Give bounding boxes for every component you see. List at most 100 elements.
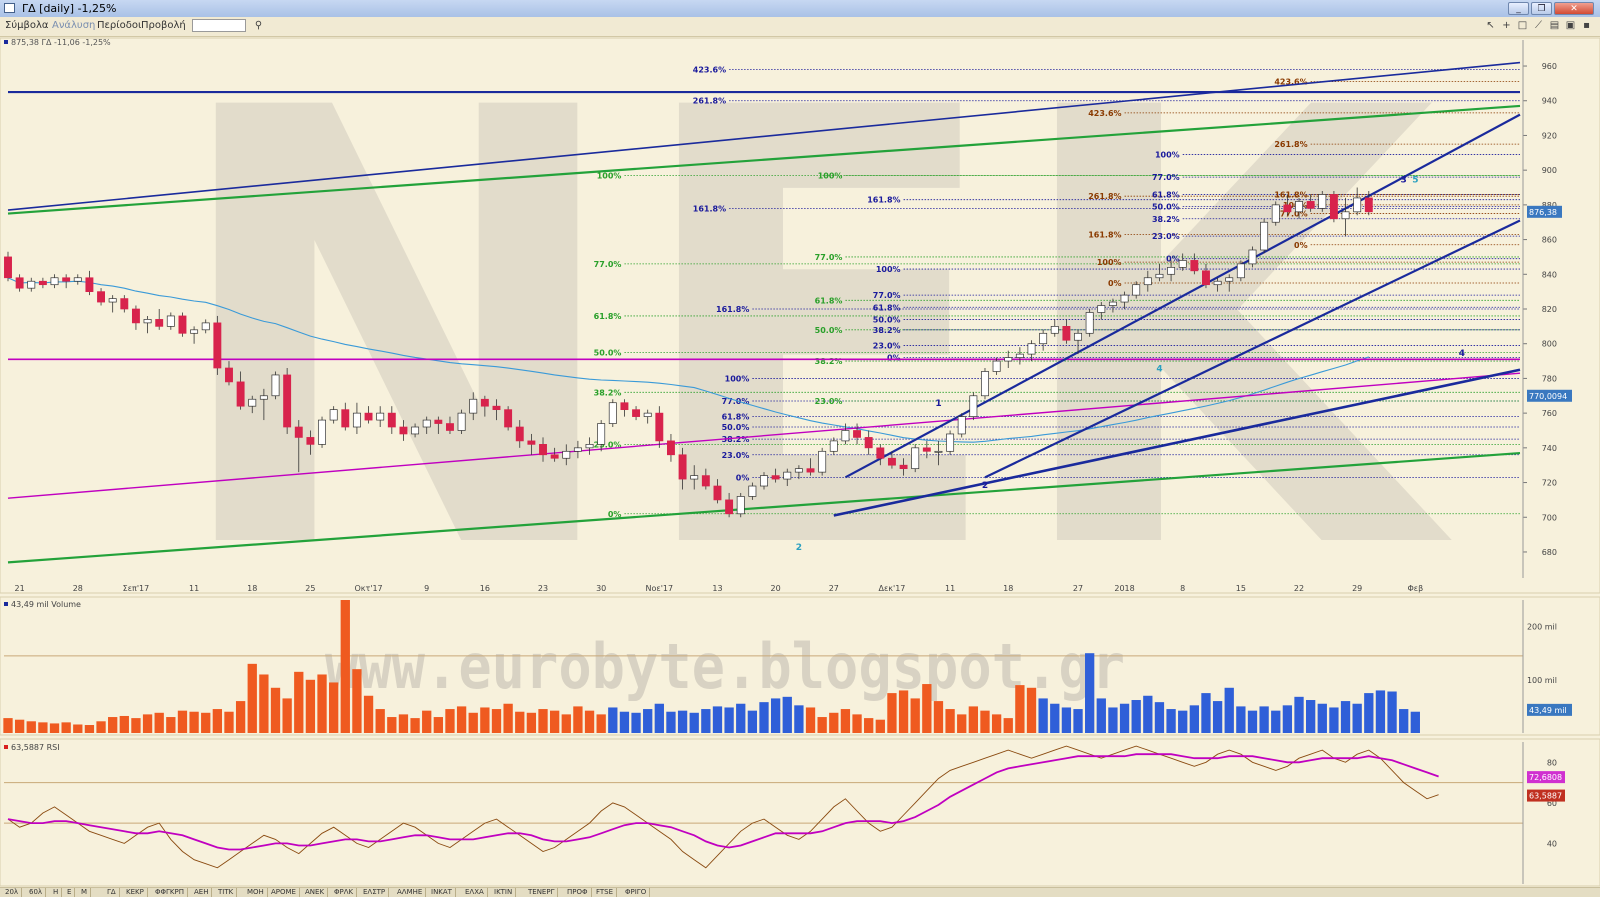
price-axis-label: 720 (1542, 479, 1557, 488)
candle-body (783, 471, 792, 480)
date-axis-label: 27 (1073, 584, 1083, 593)
volume-bar (1352, 703, 1362, 733)
volume-bar (945, 709, 955, 733)
volume-bar (352, 669, 362, 733)
volume-bar (933, 701, 944, 733)
candle-body (62, 277, 71, 282)
candle-body (887, 457, 896, 466)
candle-body (259, 395, 268, 400)
volume-bar (1212, 701, 1223, 733)
candle-body (678, 454, 687, 480)
fib-level-label: 161.8% (716, 305, 749, 314)
fib-level-label: 50.0% (722, 423, 750, 432)
volume-bar (119, 715, 129, 733)
fib-level-label: 61.8% (722, 413, 750, 422)
candle-body (399, 426, 408, 435)
candle-body (899, 464, 908, 470)
date-axis-label: 20 (771, 584, 781, 593)
volume-bar (142, 714, 153, 733)
volume-bar (1305, 700, 1316, 733)
volume-bar (666, 711, 676, 733)
fib-level-label: 50.0% (594, 348, 622, 357)
candle-body (1341, 211, 1350, 220)
candle-body (957, 416, 966, 435)
volume-bar (61, 722, 71, 733)
volume-bar (1085, 653, 1095, 733)
volume-bar (1387, 691, 1397, 733)
fib-level-label: 77.0% (594, 260, 622, 269)
volume-bar (840, 709, 851, 733)
fib-level-label: 100% (725, 374, 750, 383)
fib-level-label: 261.8% (693, 97, 726, 106)
volume-bar (654, 703, 664, 733)
volume-bar (922, 684, 932, 733)
volume-bar (212, 709, 223, 733)
legend-layer: 875,38 ΓΔ -11,06 -1,25% 43,49 mil Volume… (4, 38, 111, 752)
fib-level-label: 100% (876, 265, 901, 274)
candle-body (1364, 197, 1373, 213)
volume-bar (329, 682, 339, 733)
candle-body (15, 277, 24, 289)
candle-body (1318, 194, 1327, 209)
candle-body (155, 319, 164, 327)
candle-body (539, 444, 547, 456)
volume-bar (363, 695, 374, 733)
candle-body (736, 496, 745, 515)
fib-level-label: 23.0% (873, 341, 901, 350)
volume-bar (1364, 693, 1374, 733)
fib-level-label: 77.0% (722, 397, 750, 406)
price-axis-label: 800 (1542, 340, 1557, 349)
volume-bar (875, 719, 885, 733)
fib-level-label: 100% (1097, 258, 1122, 267)
candle-body (818, 450, 827, 473)
watermark-layer: NEK www.eurobyte.blogspot.gr (165, 0, 1456, 703)
fib-level-label: 23.0% (815, 397, 843, 406)
date-axis-label: 29 (1352, 584, 1362, 593)
volume-bar (84, 725, 95, 733)
date-axis-label: 25 (305, 584, 315, 593)
fib-level-label: 261.8% (1088, 192, 1121, 201)
price-axis-label: 960 (1542, 62, 1557, 71)
candle-body (1039, 332, 1048, 345)
volume-bar (736, 703, 746, 733)
volume-bar (538, 709, 548, 733)
price-legend-swatch (4, 40, 8, 44)
candle-body (853, 430, 862, 438)
candle-body (841, 430, 850, 442)
price-axis-label: 760 (1542, 409, 1557, 418)
candle-body (97, 291, 106, 303)
candle-body (73, 277, 82, 282)
volume-bar (1282, 705, 1293, 733)
candle-body (248, 398, 257, 407)
fib-level-label: 38.2% (815, 357, 843, 366)
candle-body (573, 447, 582, 452)
candle-body (1085, 312, 1094, 334)
fib-level-label: 77.0% (815, 253, 843, 262)
candle-body (876, 447, 885, 459)
chart-area[interactable]: NEK www.eurobyte.blogspot.gr 96094092090… (0, 0, 1600, 887)
volume-bar (1329, 707, 1339, 733)
volume-bar (340, 600, 350, 733)
volume-bar (957, 714, 967, 733)
volume-bar (724, 707, 734, 733)
candle-body (1074, 332, 1082, 341)
volume-bar (375, 709, 385, 733)
price-axis-label: 920 (1542, 131, 1557, 140)
candle-body (143, 319, 152, 324)
date-axis-label: 28 (73, 584, 83, 593)
volume-axis-label: 100 mil (1527, 676, 1557, 685)
volume-bar (631, 712, 641, 733)
volume-bar (38, 722, 48, 733)
candle-body (1295, 201, 1303, 213)
volume-bar (1259, 706, 1269, 733)
fib-level-label: 0% (1294, 241, 1308, 250)
candle-body (864, 437, 873, 449)
candle-body (376, 412, 385, 421)
volume-bar (1178, 710, 1188, 733)
volume-bar (189, 711, 199, 733)
price-legend: 875,38 ΓΔ -11,06 -1,25% (11, 38, 111, 47)
date-axis-label: 2018 (1114, 584, 1134, 593)
fib-level-label: 77.0% (873, 291, 901, 300)
volume-bar (817, 717, 827, 733)
wave-label: 2 (982, 481, 988, 491)
